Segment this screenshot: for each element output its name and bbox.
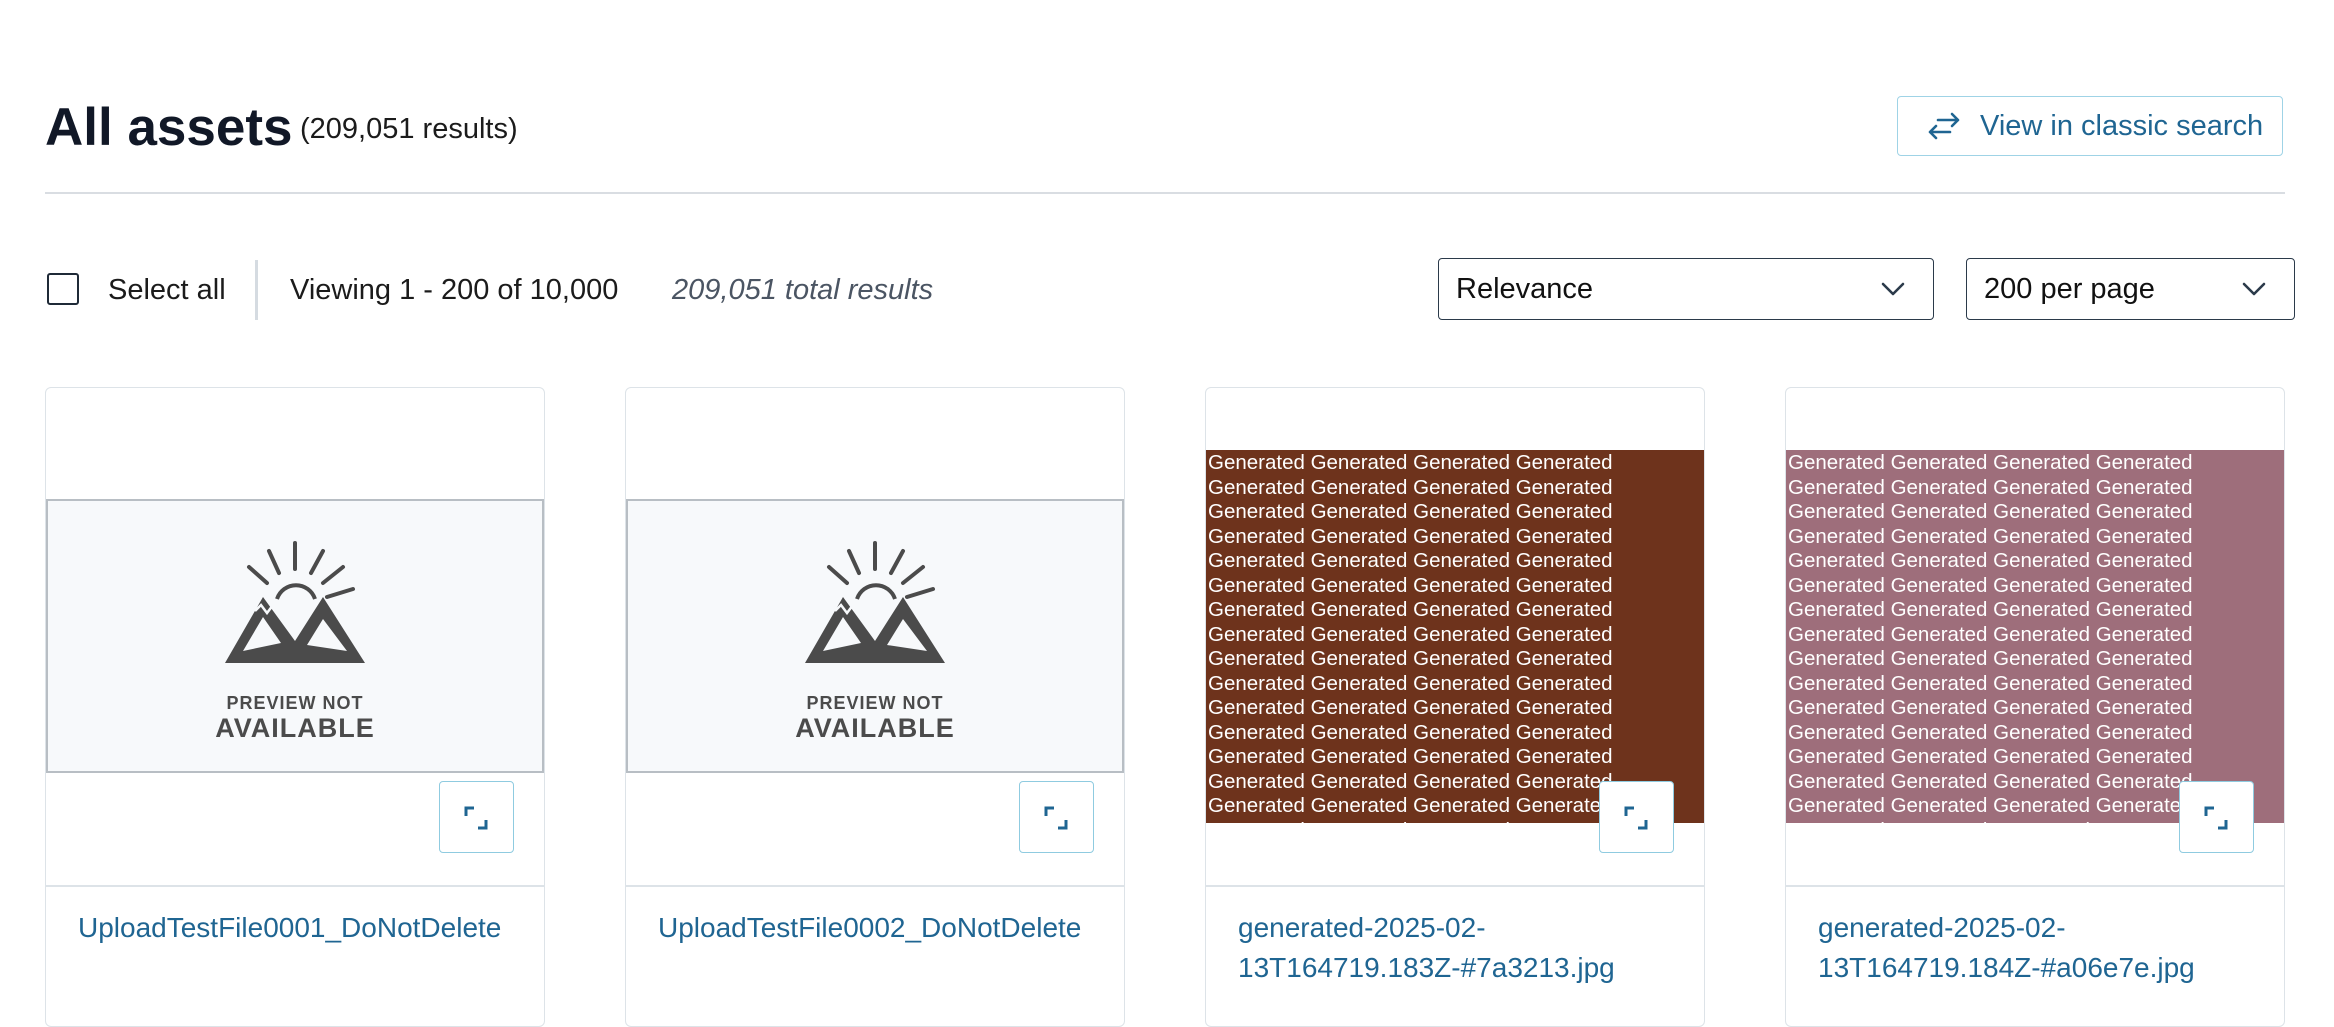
- expand-icon: [464, 806, 488, 830]
- card-divider: [1786, 885, 2284, 887]
- mountain-sun-icon: [225, 541, 365, 663]
- preview-not-available-image: PREVIEW NOT AVAILABLE: [46, 499, 544, 773]
- header-divider: [45, 192, 2285, 194]
- sort-select-value: Relevance: [1456, 272, 1594, 305]
- generated-text-line: Generated Generated Generated Generated: [1788, 500, 2193, 523]
- generated-text-line: Generated Generated Generated Generated: [1208, 720, 1613, 744]
- asset-name-link[interactable]: UploadTestFile0001_DoNotDelete: [78, 908, 518, 948]
- asset-card[interactable]: Generated Generated Generated Generated G…: [1785, 387, 2285, 1027]
- generated-text-line: Generated Generated Generated Generated: [1788, 549, 2193, 572]
- page-header: All assets (209,051 results) View in cla…: [45, 96, 2285, 194]
- results-toolbar: Select all Viewing 1 - 200 of 10,000 209…: [45, 258, 2305, 324]
- generated-image-thumbnail: Generated Generated Generated Generated G…: [1206, 450, 1704, 823]
- toolbar-separator: [255, 260, 258, 320]
- results-count: (209,051 results): [300, 113, 518, 145]
- asset-card[interactable]: PREVIEW NOT AVAILABLE UploadTestFile0001…: [45, 387, 545, 1027]
- generated-text-line: Generated Generated Generated Generated: [1208, 622, 1613, 646]
- generated-text-line: Generated Generated Generated Generated: [1788, 647, 2193, 670]
- preview-line2: AVAILABLE: [795, 713, 955, 743]
- expand-preview-button[interactable]: [1019, 781, 1094, 853]
- page-title: All assets: [45, 98, 293, 157]
- card-divider: [1206, 885, 1704, 887]
- asset-thumbnail-area[interactable]: Generated Generated Generated Generated G…: [1786, 388, 2284, 885]
- swap-arrows-icon: [1928, 112, 1960, 140]
- expand-icon: [1624, 806, 1648, 830]
- asset-card[interactable]: PREVIEW NOT AVAILABLE UploadTestFile0002…: [625, 387, 1125, 1027]
- generated-text-line: Generated Generated Generated Generated: [1208, 745, 1613, 768]
- generated-text-line: Generated Generated Generated Generated: [1788, 598, 2193, 621]
- generated-text-line: Generated Generated Generated Generated: [1788, 573, 2193, 597]
- generated-image-thumbnail: Generated Generated Generated Generated G…: [1786, 450, 2284, 823]
- generated-text-line: Generated Generated Generated Generated: [1208, 647, 1613, 670]
- card-divider: [626, 885, 1124, 887]
- expand-preview-button[interactable]: [2179, 781, 2254, 853]
- generated-text-line: Generated Generated Generated Generated: [1208, 598, 1613, 621]
- expand-icon: [1044, 806, 1068, 830]
- asset-thumbnail-area[interactable]: Generated Generated Generated Generated G…: [1206, 388, 1704, 885]
- viewing-range: Viewing 1 - 200 of 10,000: [290, 274, 619, 306]
- chevron-down-icon: [2242, 282, 2266, 296]
- generated-text-line: Generated Generated Generated Generated: [1788, 745, 2193, 768]
- expand-icon: [2204, 806, 2228, 830]
- sort-select[interactable]: Relevance: [1438, 258, 1934, 320]
- select-all-checkbox[interactable]: [47, 273, 79, 305]
- generated-text-line: Generated Generated Generated Generated: [1208, 671, 1613, 695]
- preview-line2: AVAILABLE: [215, 713, 375, 743]
- total-results: 209,051 total results: [672, 274, 934, 306]
- asset-card[interactable]: Generated Generated Generated Generated G…: [1205, 387, 1705, 1027]
- per-page-select[interactable]: 200 per page: [1966, 258, 2295, 320]
- view-classic-search-button[interactable]: View in classic search: [1897, 96, 2283, 156]
- generated-text-line: Generated Generated Generated Generated: [1788, 524, 2193, 548]
- generated-text-line: Generated Generated Generated Generated: [1788, 451, 2193, 474]
- preview-line1: PREVIEW NOT: [226, 693, 364, 713]
- asset-thumbnail-area[interactable]: PREVIEW NOT AVAILABLE: [46, 388, 544, 885]
- generated-text-line: Generated Generated Generated Generated: [1208, 451, 1613, 474]
- preview-line1: PREVIEW NOT: [806, 693, 944, 713]
- generated-text-line: Generated Generated Generated Generated: [1788, 475, 2193, 499]
- per-page-select-value: 200 per page: [1984, 272, 2155, 305]
- select-all-label[interactable]: Select all: [108, 272, 226, 308]
- asset-name-link[interactable]: generated-2025-02-13T164719.183Z-#7a3213…: [1238, 908, 1678, 988]
- asset-name-link[interactable]: UploadTestFile0002_DoNotDelete: [658, 908, 1098, 948]
- asset-thumbnail-area[interactable]: PREVIEW NOT AVAILABLE: [626, 388, 1124, 885]
- generated-text-line: Generated Generated Generated Generated: [1788, 696, 2193, 719]
- generated-text-line: Generated Generated Generated Generated: [1208, 524, 1613, 548]
- generated-text-line: Generated Generated Generated Generated: [1208, 475, 1613, 499]
- preview-not-available-image: PREVIEW NOT AVAILABLE: [626, 499, 1124, 773]
- expand-preview-button[interactable]: [439, 781, 514, 853]
- generated-text-line: Generated Generated Generated Generated: [1788, 671, 2193, 695]
- generated-text-line: Generated Generated Generated Generated: [1788, 720, 2193, 744]
- chevron-down-icon: [1881, 282, 1905, 296]
- generated-text-line: Generated Generated Generated Generated: [1788, 622, 2193, 646]
- mountain-sun-icon: [805, 541, 945, 663]
- generated-text-line: Generated Generated Generated Generated: [1208, 549, 1613, 572]
- generated-text-line: Generated Generated Generated Generated: [1208, 573, 1613, 597]
- card-divider: [46, 885, 544, 887]
- expand-preview-button[interactable]: [1599, 781, 1674, 853]
- generated-text-line: Generated Generated Generated Generated: [1208, 500, 1613, 523]
- generated-text-line: Generated Generated Generated Generated: [1208, 696, 1613, 719]
- asset-name-link[interactable]: generated-2025-02-13T164719.184Z-#a06e7e…: [1818, 908, 2258, 988]
- view-classic-search-label: View in classic search: [1980, 109, 2264, 142]
